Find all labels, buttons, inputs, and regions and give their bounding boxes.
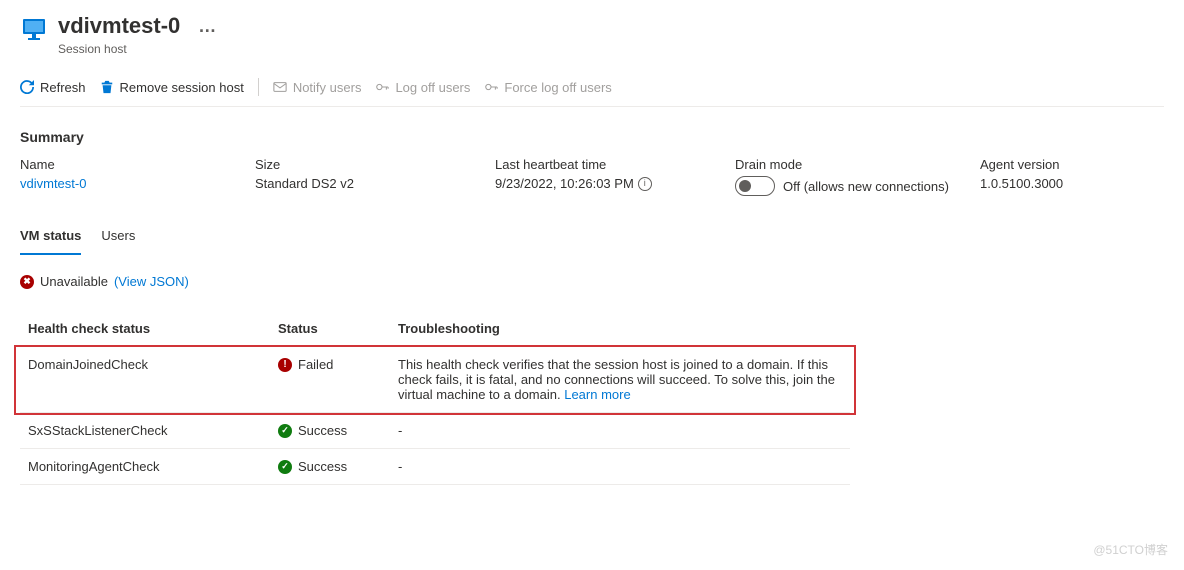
notify-users-button: Notify users — [273, 80, 362, 95]
more-actions-button[interactable]: … — [198, 12, 216, 40]
status-success-icon: ✓ — [278, 424, 292, 438]
watermark: @51CTO博客 — [1093, 541, 1168, 558]
log-off-users-button: Log off users — [375, 80, 470, 95]
health-check-name: SxSStackListenerCheck — [28, 423, 278, 438]
command-bar: Refresh Remove session host Notify users… — [20, 70, 1164, 107]
heartbeat-value: 9/23/2022, 10:26:03 PM — [495, 176, 634, 191]
status-value: Success — [298, 423, 347, 438]
notify-label: Notify users — [293, 80, 362, 95]
key-icon — [375, 80, 389, 94]
logoff-label: Log off users — [395, 80, 470, 95]
agent-version-label: Agent version — [980, 157, 1164, 172]
refresh-label: Refresh — [40, 80, 86, 95]
drain-mode-value: Off (allows new connections) — [783, 179, 949, 194]
info-icon[interactable]: i — [638, 177, 652, 191]
troubleshooting-text: - — [398, 423, 842, 438]
status-value: Success — [298, 459, 347, 474]
agent-version-value: 1.0.5100.3000 — [980, 176, 1164, 191]
heartbeat-label: Last heartbeat time — [495, 157, 735, 172]
refresh-button[interactable]: Refresh — [20, 80, 86, 95]
drain-mode-toggle[interactable] — [735, 176, 775, 196]
table-row: MonitoringAgentCheck ✓ Success - — [20, 449, 850, 485]
health-check-name: MonitoringAgentCheck — [28, 459, 278, 474]
trash-icon — [100, 80, 114, 94]
force-logoff-label: Force log off users — [504, 80, 611, 95]
error-icon: ✖ — [20, 275, 34, 289]
page-subtitle: Session host — [58, 42, 180, 56]
key-icon — [484, 80, 498, 94]
col-header-health-check: Health check status — [28, 321, 278, 336]
remove-label: Remove session host — [120, 80, 244, 95]
col-header-status: Status — [278, 321, 398, 336]
page-title: vdivmtest-0 — [58, 12, 180, 40]
status-failed-icon: ! — [278, 358, 292, 372]
table-row: DomainJoinedCheck ! Failed This health c… — [20, 347, 850, 413]
refresh-icon — [20, 80, 34, 94]
tab-users[interactable]: Users — [101, 220, 135, 255]
health-check-name: DomainJoinedCheck — [28, 357, 278, 372]
summary-heading: Summary — [20, 129, 1164, 145]
size-value: Standard DS2 v2 — [255, 176, 495, 191]
table-row: SxSStackListenerCheck ✓ Success - — [20, 413, 850, 449]
force-log-off-users-button: Force log off users — [484, 80, 611, 95]
toolbar-separator — [258, 78, 259, 96]
drain-mode-label: Drain mode — [735, 157, 980, 172]
size-label: Size — [255, 157, 495, 172]
tab-vm-status[interactable]: VM status — [20, 220, 81, 255]
name-label: Name — [20, 157, 255, 172]
remove-session-host-button[interactable]: Remove session host — [100, 80, 244, 95]
mail-icon — [273, 80, 287, 94]
monitor-icon — [20, 16, 48, 44]
name-value-link[interactable]: vdivmtest-0 — [20, 176, 255, 191]
status-success-icon: ✓ — [278, 460, 292, 474]
vm-status-text: Unavailable — [40, 274, 108, 289]
view-json-link[interactable]: (View JSON) — [114, 274, 189, 289]
status-value: Failed — [298, 357, 333, 372]
troubleshooting-text: - — [398, 459, 842, 474]
col-header-troubleshooting: Troubleshooting — [398, 321, 842, 336]
learn-more-link[interactable]: Learn more — [564, 387, 630, 402]
